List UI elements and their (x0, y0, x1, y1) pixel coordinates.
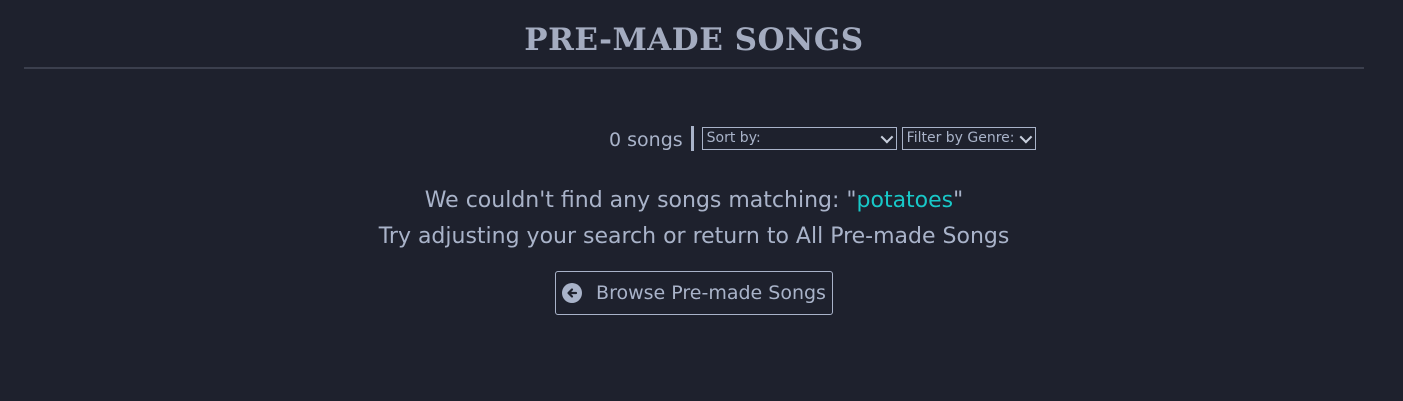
sort-select[interactable]: Sort by: (701, 126, 897, 150)
page-title: PRE-MADE SONGS (524, 22, 864, 58)
no-results-message: We couldn't find any songs matching: "po… (0, 183, 1388, 219)
genre-filter-select[interactable]: Filter by Genre: (901, 126, 1036, 150)
controls-separator (690, 125, 694, 151)
sort-select-label: Sort by: (706, 129, 761, 146)
chevron-down-icon (880, 130, 893, 143)
list-controls: 0 songs Sort by: Filter by Genre: (609, 124, 1036, 152)
browse-button-label: Browse Pre-made Songs (596, 282, 826, 304)
arrow-circle-left-icon (562, 283, 583, 303)
no-results-hint: Try adjusting your search or return to A… (378, 224, 1010, 249)
chevron-down-icon (1019, 130, 1032, 143)
search-query: potatoes (856, 188, 954, 213)
page: PRE-MADE SONGS 0 songs Sort by: Filter b… (0, 0, 1403, 401)
song-count: 0 songs (609, 129, 683, 151)
browse-premade-songs-button[interactable]: Browse Pre-made Songs (555, 271, 833, 315)
no-results-prefix: We couldn't find any songs matching: " (424, 188, 857, 213)
genre-select-label: Filter by Genre: (906, 129, 1015, 146)
header-divider (24, 67, 1364, 69)
no-results-suffix: " (953, 188, 964, 213)
